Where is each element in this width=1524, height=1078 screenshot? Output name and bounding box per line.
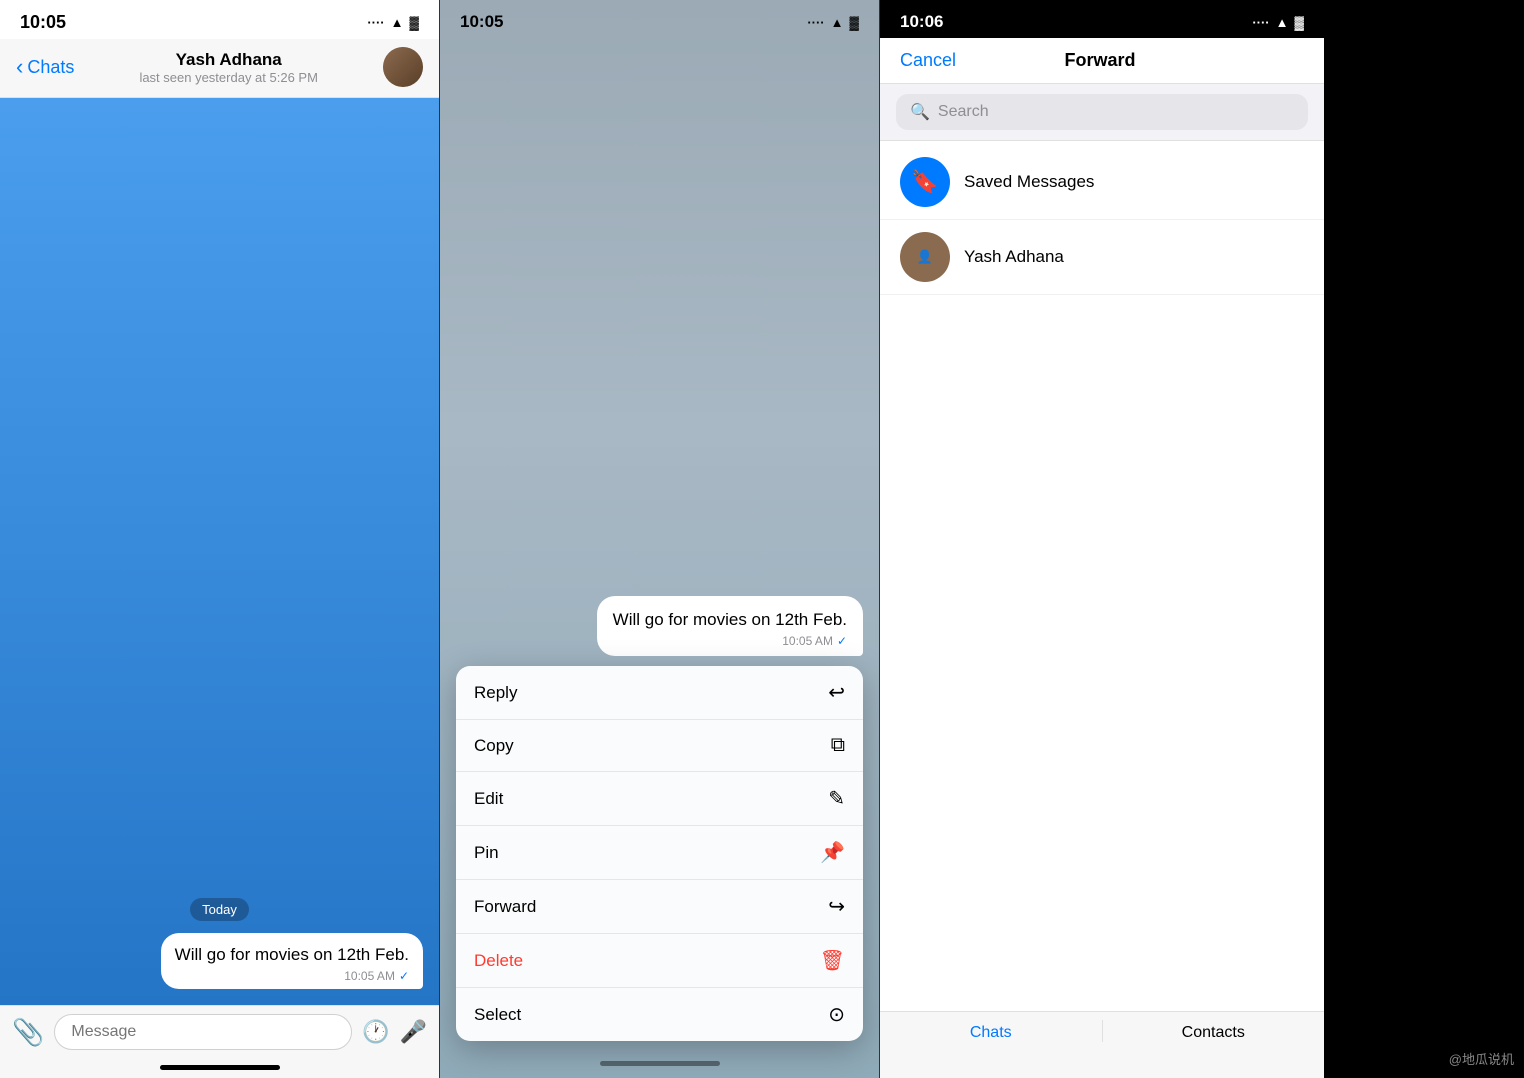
tab-chats[interactable]: Chats [880, 1012, 1102, 1050]
search-icon: 🔍 [910, 102, 930, 122]
mic-icon[interactable]: 🎤 [400, 1019, 427, 1045]
forward-tab-bar: Chats Contacts [880, 1011, 1324, 1078]
context-delete-label: Delete [474, 951, 523, 971]
context-copy-icon: ⧉ [831, 734, 845, 757]
message-bubble-1[interactable]: Will go for movies on 12th Feb. 10:05 AM… [161, 933, 423, 989]
contact-status: last seen yesterday at 5:26 PM [82, 70, 375, 85]
context-copy-label: Copy [474, 736, 514, 756]
battery-icon-1: ▓ [410, 15, 419, 30]
message-time-mid: 10:05 AM [782, 634, 833, 648]
home-indicator-1 [160, 1065, 280, 1070]
message-check-mid: ✓ [837, 634, 847, 648]
back-button[interactable]: ‹ Chats [16, 56, 74, 78]
avatar-image-1 [383, 47, 423, 87]
battery-icon-2: ▓ [850, 15, 859, 30]
context-delete[interactable]: Delete 🗑 [456, 934, 863, 988]
message-meta-mid: 10:05 AM ✓ [613, 634, 847, 648]
status-icons-3: ···· ▲ ▓ [1252, 15, 1304, 30]
date-pill: Today [190, 898, 249, 921]
context-select[interactable]: Select ⊙ [456, 988, 863, 1041]
chat-header-center: Yash Adhana last seen yesterday at 5:26 … [82, 50, 375, 85]
message-meta-1: 10:05 AM ✓ [175, 969, 409, 983]
context-edit-icon: ✎ [828, 786, 845, 811]
message-input[interactable] [54, 1014, 352, 1050]
wifi-icon-1: ▲ [391, 15, 404, 30]
search-bar-container: 🔍 Search [880, 84, 1324, 141]
date-label: Today [16, 898, 423, 921]
context-select-label: Select [474, 1005, 521, 1025]
phone2-context-menu-screen: 10:05 ···· ▲ ▓ Will go for movies on 12t… [440, 0, 880, 1078]
cancel-button[interactable]: Cancel [900, 50, 956, 71]
context-edit[interactable]: Edit ✎ [456, 772, 863, 826]
context-forward[interactable]: Forward ↪ [456, 880, 863, 934]
emoji-icon[interactable]: 🕐 [362, 1019, 389, 1045]
chat-header-1: ‹ Chats Yash Adhana last seen yesterday … [0, 39, 439, 98]
tab-contacts-label: Contacts [1182, 1024, 1245, 1041]
message-text-1: Will go for movies on 12th Feb. [175, 943, 409, 967]
context-pin-icon: 📌 [820, 840, 845, 865]
tab-contacts[interactable]: Contacts [1103, 1012, 1325, 1050]
home-bar-2 [440, 1061, 879, 1078]
yash-adhana-item[interactable]: 👤 Yash Adhana [880, 220, 1324, 295]
yash-name: Yash Adhana [964, 247, 1064, 267]
context-pin-label: Pin [474, 843, 499, 863]
context-reply-label: Reply [474, 683, 517, 703]
context-delete-icon: 🗑 [820, 948, 845, 973]
wifi-icon-2: ▲ [831, 15, 844, 30]
yash-avatar-image: 👤 [917, 249, 933, 265]
saved-messages-item[interactable]: 🔖 Saved Messages [880, 145, 1324, 220]
message-time-1: 10:05 AM [344, 969, 395, 983]
forward-nav: Cancel Forward [880, 38, 1324, 84]
yash-avatar: 👤 [900, 232, 950, 282]
saved-messages-avatar: 🔖 [900, 157, 950, 207]
status-bar-2: 10:05 ···· ▲ ▓ [440, 0, 879, 38]
tab-chats-label: Chats [970, 1024, 1012, 1041]
chat-body-1: Today Will go for movies on 12th Feb. 10… [0, 98, 439, 1005]
signal-icon-1: ···· [367, 15, 384, 30]
search-bar[interactable]: 🔍 Search [896, 94, 1308, 130]
forward-contact-list: 🔖 Saved Messages 👤 Yash Adhana [880, 141, 1324, 1011]
time-3: 10:06 [900, 12, 943, 32]
home-bar-line-2 [600, 1061, 720, 1066]
context-menu: Reply ↩ Copy ⧉ Edit ✎ Pin 📌 Forward ↪ De… [456, 666, 863, 1041]
message-bubble-mid: Will go for movies on 12th Feb. 10:05 AM… [597, 596, 863, 656]
avatar-1[interactable] [383, 47, 423, 87]
back-label: Chats [27, 57, 74, 78]
status-bar-3: 10:06 ···· ▲ ▓ [880, 0, 1324, 38]
context-copy[interactable]: Copy ⧉ [456, 720, 863, 772]
search-placeholder: Search [938, 103, 989, 121]
saved-messages-name: Saved Messages [964, 172, 1094, 192]
status-icons-2: ···· ▲ ▓ [807, 15, 859, 30]
signal-icon-2: ···· [807, 15, 824, 30]
battery-icon-3: ▓ [1295, 15, 1304, 30]
context-pin[interactable]: Pin 📌 [456, 826, 863, 880]
forward-title: Forward [1065, 50, 1136, 71]
phone3-forward-screen: 10:06 ···· ▲ ▓ Cancel Forward 🔍 Search 🔖… [880, 0, 1324, 1078]
saved-messages-avatar-icon: 🔖 [911, 169, 938, 195]
status-icons-1: ···· ▲ ▓ [367, 15, 419, 30]
phone2-content: Will go for movies on 12th Feb. 10:05 AM… [440, 38, 879, 1061]
signal-icon-3: ···· [1252, 15, 1269, 30]
contact-name: Yash Adhana [82, 50, 375, 70]
context-select-icon: ⊙ [828, 1002, 845, 1027]
wifi-icon-3: ▲ [1276, 15, 1289, 30]
time-2: 10:05 [460, 12, 503, 32]
context-edit-label: Edit [474, 789, 503, 809]
context-forward-label: Forward [474, 897, 536, 917]
context-forward-icon: ↪ [828, 894, 845, 919]
status-bar-1: 10:05 ···· ▲ ▓ [0, 0, 439, 39]
time-1: 10:05 [20, 12, 66, 33]
context-reply-icon: ↩ [828, 680, 845, 705]
context-reply[interactable]: Reply ↩ [456, 666, 863, 720]
attachment-icon[interactable]: 📎 [12, 1017, 44, 1048]
watermark: @地瓜说机 [1449, 1049, 1514, 1068]
message-check-1: ✓ [399, 969, 409, 983]
back-chevron-icon: ‹ [16, 56, 23, 78]
message-text-mid: Will go for movies on 12th Feb. [613, 608, 847, 632]
phone1-chat-screen: 10:05 ···· ▲ ▓ ‹ Chats Yash Adhana last … [0, 0, 440, 1078]
